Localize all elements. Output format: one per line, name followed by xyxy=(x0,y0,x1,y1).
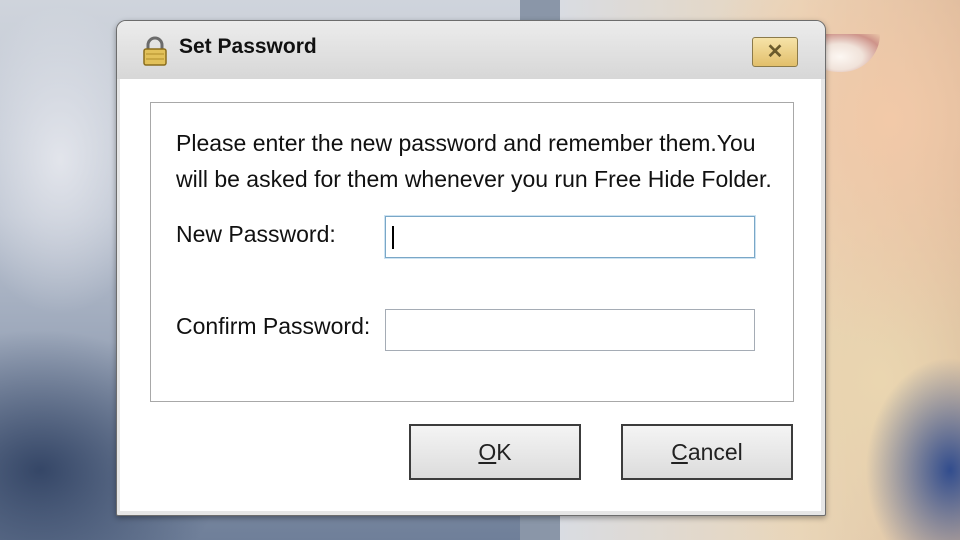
dialog-content: Please enter the new password and rememb… xyxy=(120,79,821,511)
dialog-title: Set Password xyxy=(179,35,317,58)
set-password-dialog: Set Password ✕ Please enter the new pass… xyxy=(116,20,826,516)
instructions-text: Please enter the new password and rememb… xyxy=(176,130,772,192)
new-password-input[interactable] xyxy=(385,216,755,258)
lock-icon xyxy=(143,36,167,66)
close-icon: ✕ xyxy=(766,41,784,63)
cancel-button-label: ancel xyxy=(687,438,743,465)
cancel-button[interactable]: Cancel xyxy=(621,424,793,480)
ok-button-label: K xyxy=(496,438,512,465)
close-button[interactable]: ✕ xyxy=(752,37,798,67)
ok-button-accelerator: O xyxy=(478,438,497,465)
confirm-password-label: Confirm Password: xyxy=(176,313,371,339)
title-bar[interactable]: Set Password ✕ xyxy=(117,21,825,79)
ok-button[interactable]: OK xyxy=(409,424,581,480)
new-password-label: New Password: xyxy=(176,221,336,247)
cancel-button-accelerator: C xyxy=(671,438,688,465)
password-group-box: Please enter the new password and rememb… xyxy=(150,102,794,402)
text-caret xyxy=(392,226,394,249)
confirm-password-input[interactable] xyxy=(385,309,755,351)
